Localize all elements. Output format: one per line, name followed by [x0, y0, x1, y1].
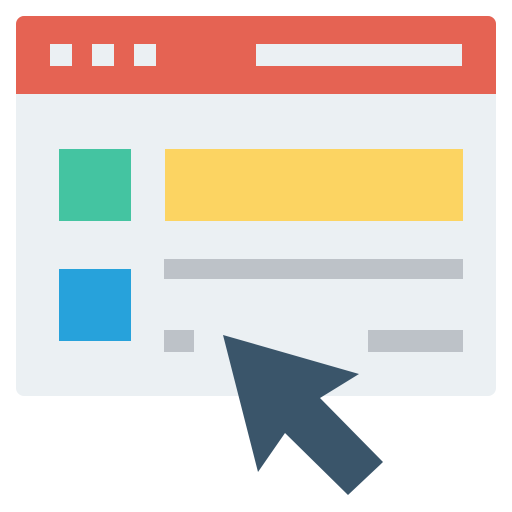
green-tile: [59, 149, 131, 221]
blue-tile: [59, 269, 131, 341]
gray-small-block[interactable]: [164, 330, 194, 352]
window-control-3[interactable]: [134, 44, 156, 66]
yellow-content-bar[interactable]: [165, 149, 463, 221]
window-control-2[interactable]: [92, 44, 114, 66]
browser-click-illustration: [0, 0, 512, 512]
address-bar[interactable]: [256, 44, 462, 66]
gray-right-block[interactable]: [368, 330, 463, 352]
window-control-1[interactable]: [50, 44, 72, 66]
window-titlebar: [16, 16, 496, 94]
gray-content-line: [164, 259, 463, 279]
